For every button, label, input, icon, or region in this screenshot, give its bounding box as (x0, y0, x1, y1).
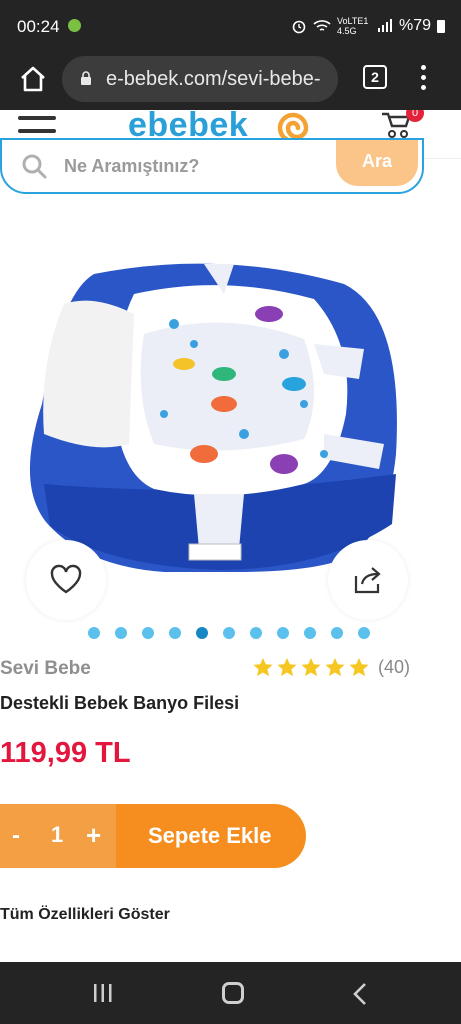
quantity-plus-button[interactable]: + (86, 820, 101, 851)
android-nav-bar (0, 962, 461, 1024)
carousel-dot[interactable] (358, 627, 370, 639)
search-icon (22, 154, 47, 179)
product-name: Destekli Bebek Banyo Filesi (0, 693, 240, 713)
carousel-dot[interactable] (88, 627, 100, 639)
heart-icon (50, 564, 82, 594)
battery-icon (437, 19, 445, 33)
favorite-button[interactable] (26, 540, 106, 620)
product-image[interactable] (24, 254, 416, 584)
carousel-dot[interactable] (277, 627, 289, 639)
wifi-icon (313, 20, 331, 31)
nav-home-icon[interactable] (222, 982, 244, 1004)
status-indicators: VoLTE1 4.5G %79 (291, 16, 445, 36)
tab-switcher-button[interactable]: 2 (363, 65, 387, 89)
add-to-cart-button[interactable]: Sepete Ekle (148, 823, 272, 849)
address-bar[interactable]: e-bebek.com/sevi-bebe- (62, 56, 338, 102)
carousel-dot[interactable] (169, 627, 181, 639)
carousel-dot[interactable] (304, 627, 316, 639)
carousel-dot[interactable] (142, 627, 154, 639)
notification-icon (68, 19, 81, 32)
search-button[interactable]: Ara (336, 140, 418, 186)
carousel-dot[interactable] (223, 627, 235, 639)
quantity-minus-button[interactable]: - (12, 822, 20, 850)
add-to-cart-bar: - 1 + Sepete Ekle (0, 804, 306, 868)
more-menu-icon[interactable] (420, 65, 428, 91)
rating-count[interactable]: (40) (378, 657, 410, 678)
url-text[interactable]: e-bebek.com/sevi-bebe- (106, 68, 321, 91)
star-icon (253, 657, 273, 677)
image-carousel-dots[interactable] (88, 627, 370, 639)
back-icon[interactable] (352, 982, 368, 1006)
status-bar: 00:24 VoLTE1 4.5G %79 (0, 0, 461, 50)
star-icon (277, 657, 297, 677)
signal-icon (377, 19, 392, 32)
search-bar[interactable]: Ne Aramıştınız? Ara (0, 138, 424, 194)
alarm-icon (292, 20, 306, 34)
quantity-stepper: - 1 + (0, 804, 116, 868)
carousel-dot[interactable] (331, 627, 343, 639)
product-price: 119,99 TL (0, 737, 131, 769)
share-icon (354, 567, 381, 594)
all-features-link[interactable]: Tüm Özellikleri Göster (0, 906, 170, 924)
status-time: 00:24 (17, 17, 60, 36)
recent-apps-icon[interactable] (92, 983, 114, 1003)
home-icon[interactable] (18, 64, 48, 94)
quantity-value[interactable]: 1 (51, 822, 63, 848)
network-label: VoLTE1 4.5G (336, 16, 369, 36)
carousel-dot[interactable] (115, 627, 127, 639)
share-button[interactable] (328, 540, 408, 620)
lock-icon (81, 71, 91, 85)
browser-toolbar: e-bebek.com/sevi-bebe- 2 (0, 50, 461, 110)
star-icon (301, 657, 321, 677)
star-icon (349, 657, 369, 677)
battery-percent: %79 (398, 17, 431, 34)
star-icon (325, 657, 345, 677)
cart-badge: 0 (406, 110, 424, 122)
carousel-dot[interactable] (250, 627, 262, 639)
product-brand[interactable]: Sevi Bebe (0, 658, 91, 680)
rating-stars[interactable]: (40) (252, 656, 410, 678)
carousel-dot[interactable] (196, 627, 208, 639)
search-input[interactable]: Ne Aramıştınız? (64, 156, 199, 177)
